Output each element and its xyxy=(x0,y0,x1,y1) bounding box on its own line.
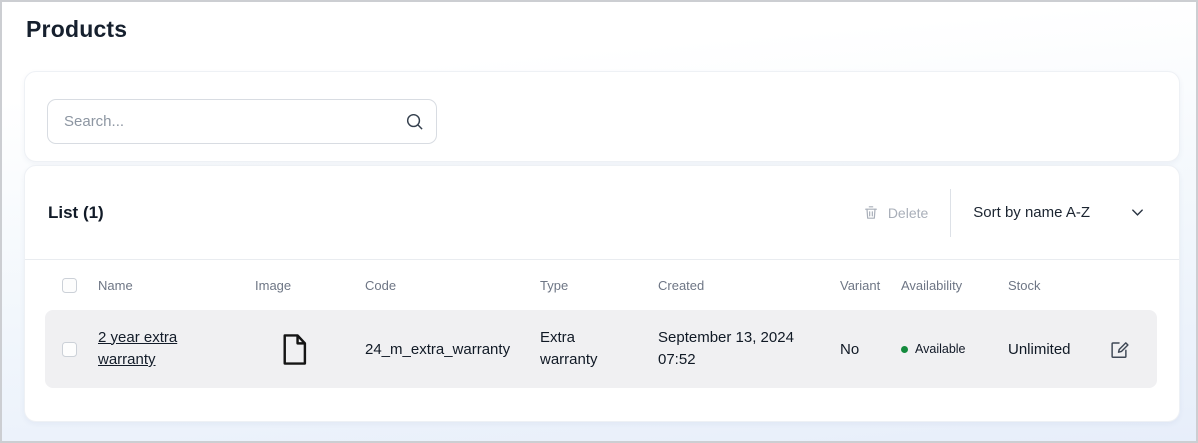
cell-image xyxy=(255,333,365,366)
col-header-name: Name xyxy=(98,278,255,293)
file-icon xyxy=(281,333,308,366)
col-header-stock: Stock xyxy=(1008,278,1108,293)
row-checkbox[interactable] xyxy=(62,342,77,357)
chevron-down-icon xyxy=(1130,205,1145,220)
col-header-image: Image xyxy=(255,278,365,293)
delete-button[interactable]: Delete xyxy=(863,204,928,221)
cell-variant: No xyxy=(840,341,901,358)
table-header-row: Name Image Code Type Created Variant Ava… xyxy=(45,260,1157,310)
cell-code: 24_m_extra_warranty xyxy=(365,341,540,358)
search-field-wrap xyxy=(47,99,437,144)
toolbar-actions: Delete Sort by name A-Z xyxy=(863,189,1153,237)
col-header-availability: Availability xyxy=(901,278,1008,293)
list-title: List (1) xyxy=(48,203,104,223)
cell-actions xyxy=(1108,338,1140,360)
cell-availability: Available xyxy=(901,342,1008,356)
cell-stock: Unlimited xyxy=(1008,341,1108,358)
search-card xyxy=(24,71,1180,162)
sort-label: Sort by name A-Z xyxy=(973,204,1090,221)
col-header-type: Type xyxy=(540,278,658,293)
sort-dropdown[interactable]: Sort by name A-Z xyxy=(973,204,1153,221)
toolbar-divider xyxy=(950,189,951,237)
delete-label: Delete xyxy=(888,205,928,221)
availability-label: Available xyxy=(915,342,966,356)
col-header-variant: Variant xyxy=(840,278,901,293)
search-input[interactable] xyxy=(47,99,437,144)
edit-icon xyxy=(1108,338,1130,360)
edit-button[interactable] xyxy=(1108,338,1130,360)
product-name-link[interactable]: 2 year extra warranty xyxy=(98,327,206,372)
page-title: Products xyxy=(26,16,127,43)
list-card: List (1) Delete Sort by name A-Z xyxy=(24,165,1180,422)
products-page: Products List (1) xyxy=(0,0,1198,443)
list-toolbar: List (1) Delete Sort by name A-Z xyxy=(25,166,1179,260)
trash-icon xyxy=(863,204,879,221)
cell-name: 2 year extra warranty xyxy=(98,327,255,372)
col-header-code: Code xyxy=(365,278,540,293)
select-all-checkbox[interactable] xyxy=(62,278,77,293)
col-header-created: Created xyxy=(658,278,840,293)
availability-dot-icon xyxy=(901,346,908,353)
cell-type: Extra warranty xyxy=(540,327,626,372)
table-row: 2 year extra warranty 24_m_extra_warrant… xyxy=(45,310,1157,388)
cell-created: September 13, 2024 07:52 xyxy=(658,327,823,372)
search-icon[interactable] xyxy=(405,112,424,131)
